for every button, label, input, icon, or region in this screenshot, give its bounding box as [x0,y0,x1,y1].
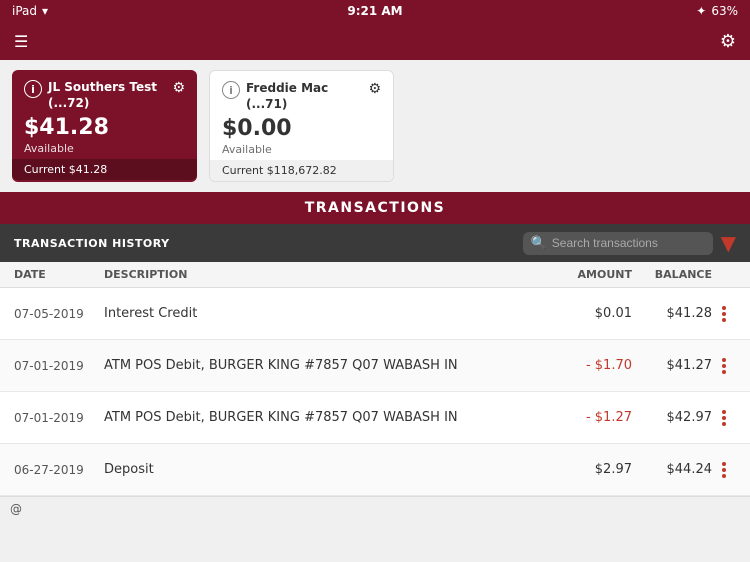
tx-date: 07-01-2019 [14,411,104,425]
tx-description: ATM POS Debit, BURGER KING #7857 Q07 WAB… [104,358,552,373]
search-input[interactable] [552,236,705,250]
tx-amount: $0.01 [552,306,632,321]
search-filter-area: 🔍 ▼ [523,231,736,255]
account-amount-2: $0.00 [222,116,381,141]
history-label: TRANSACTION HISTORY [14,237,170,250]
table-row: 07-01-2019 ATM POS Debit, BURGER KING #7… [0,392,750,444]
account-gear-icon-2[interactable]: ⚙ [368,81,381,97]
tx-description: Deposit [104,462,552,477]
tx-more-button[interactable] [712,410,736,426]
account-gear-icon-1[interactable]: ⚙ [172,80,185,96]
tx-more-button[interactable] [712,306,736,322]
bottom-bar: @ [0,496,750,520]
table-row: 07-01-2019 ATM POS Debit, BURGER KING #7… [0,340,750,392]
filter-icon[interactable]: ▼ [721,231,736,255]
account-current-1: Current $41.28 [12,159,197,180]
column-headers: DATE DESCRIPTION AMOUNT BALANCE [0,262,750,288]
tx-amount: $2.97 [552,462,632,477]
account-info-icon-1[interactable]: i [24,80,42,98]
status-left: iPad ▾ [12,4,48,18]
account-current-2: Current $118,672.82 [210,160,393,181]
status-time: 9:21 AM [347,4,402,18]
account-card-1: i JL Southers Test (...72) ⚙ $41.28 Avai… [12,70,197,182]
transaction-list: 07-05-2019 Interest Credit $0.01 $41.28 … [0,288,750,496]
account-name-1: JL Southers Test (...72) [48,80,166,111]
at-icon[interactable]: @ [10,502,22,516]
account-card-2: i Freddie Mac (...71) ⚙ $0.00 Available … [209,70,394,182]
tx-date: 07-05-2019 [14,307,104,321]
account-info-icon-2[interactable]: i [222,81,240,99]
battery-label: 63% [711,4,738,18]
wifi-icon: ▾ [42,4,48,18]
col-header-balance: BALANCE [632,268,712,281]
search-box[interactable]: 🔍 [523,232,713,255]
transactions-title: TRANSACTIONS [0,192,750,224]
menu-icon[interactable]: ☰ [14,32,28,51]
account-amount-1: $41.28 [24,115,185,140]
col-header-date: DATE [14,268,104,281]
tx-description: ATM POS Debit, BURGER KING #7857 Q07 WAB… [104,410,552,425]
tx-balance: $41.28 [632,306,712,321]
tx-date: 06-27-2019 [14,463,104,477]
search-icon: 🔍 [531,236,547,251]
accounts-row: i JL Southers Test (...72) ⚙ $41.28 Avai… [0,60,750,192]
table-row: 07-05-2019 Interest Credit $0.01 $41.28 [0,288,750,340]
account-card-top-1: i JL Southers Test (...72) ⚙ [24,80,185,111]
tx-balance: $42.97 [632,410,712,425]
account-card-top-2: i Freddie Mac (...71) ⚙ [222,81,381,112]
status-bar: iPad ▾ 9:21 AM ✦ 63% [0,0,750,22]
tx-description: Interest Credit [104,306,552,321]
tx-more-button[interactable] [712,462,736,478]
account-available-1: Available [24,142,185,155]
tx-amount: - $1.27 [552,410,632,425]
bluetooth-icon: ✦ [696,4,706,18]
header-bar: ☰ ⚙ [0,22,750,60]
account-name-2: Freddie Mac (...71) [246,81,362,112]
col-header-amount: AMOUNT [552,268,632,281]
account-available-2: Available [222,143,381,156]
status-right: ✦ 63% [696,4,738,18]
settings-icon[interactable]: ⚙ [720,31,736,52]
carrier-label: iPad [12,4,37,18]
tx-balance: $41.27 [632,358,712,373]
tx-balance: $44.24 [632,462,712,477]
tx-date: 07-01-2019 [14,359,104,373]
table-row: 06-27-2019 Deposit $2.97 $44.24 [0,444,750,496]
tx-amount: - $1.70 [552,358,632,373]
col-header-description: DESCRIPTION [104,268,552,281]
transaction-history-bar: TRANSACTION HISTORY 🔍 ▼ [0,224,750,262]
tx-more-button[interactable] [712,358,736,374]
